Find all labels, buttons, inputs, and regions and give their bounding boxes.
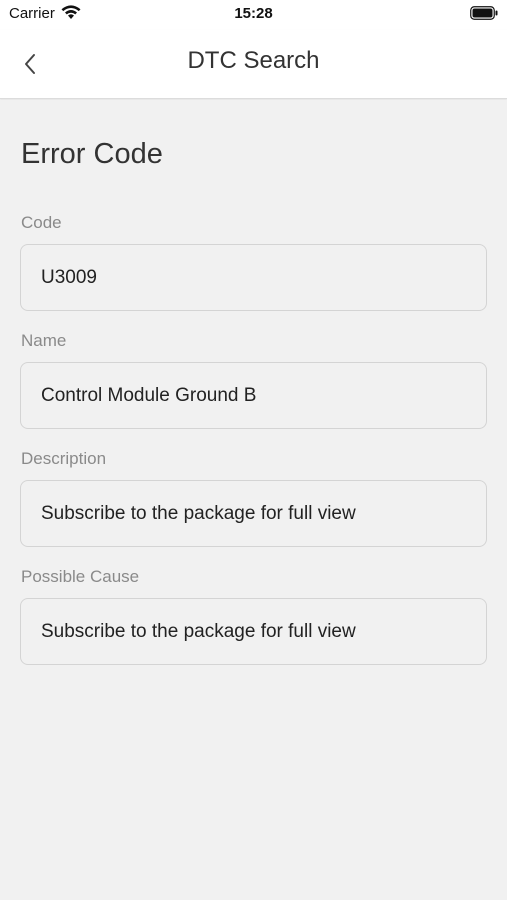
navigation-bar: DTC Search	[0, 30, 507, 99]
name-field[interactable]: Control Module Ground B	[20, 362, 487, 429]
page-title: DTC Search	[187, 47, 320, 74]
description-label: Description	[21, 449, 107, 468]
possible-cause-label: Possible Cause	[21, 567, 140, 586]
status-time: 15:28	[234, 5, 273, 22]
section-title: Error Code	[21, 138, 163, 170]
code-field[interactable]: U3009	[20, 244, 487, 311]
battery-icon	[470, 6, 498, 20]
possible-cause-field[interactable]: Subscribe to the package for full view	[20, 598, 487, 665]
name-label: Name	[21, 331, 67, 350]
code-label: Code	[21, 213, 62, 232]
status-bar: Carrier 15:28	[0, 0, 507, 30]
main-content: Error Code Code U3009 Name Control Modul…	[0, 100, 507, 900]
description-field[interactable]: Subscribe to the package for full view	[20, 480, 487, 547]
